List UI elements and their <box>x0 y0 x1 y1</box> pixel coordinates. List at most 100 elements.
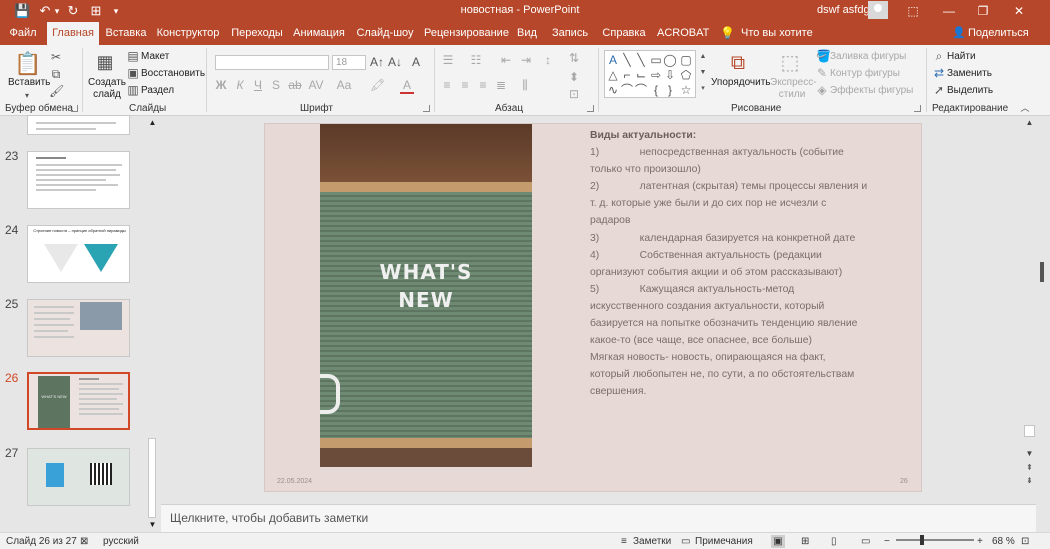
reset-icon[interactable]: ▣ <box>127 66 139 80</box>
scroll-up-icon[interactable]: ▲ <box>1024 118 1035 127</box>
tab-transitions[interactable]: Переходы <box>231 22 283 45</box>
brace-shape-icon[interactable]: } <box>663 83 677 97</box>
tab-insert[interactable]: Вставка <box>104 22 148 45</box>
undo-dropdown-icon[interactable]: ▾ <box>53 3 61 19</box>
slide-thumbnail-24[interactable]: Строение новости – принцип обратной пира… <box>27 225 130 283</box>
slide-thumbnail-25[interactable] <box>27 299 130 357</box>
save-icon[interactable]: 💾 <box>14 3 30 19</box>
tab-review[interactable]: Рецензирование <box>424 22 509 45</box>
highlight-icon[interactable]: 🖍 <box>370 78 385 92</box>
pencil-icon[interactable]: ✎ <box>816 66 828 80</box>
scrollbar-thumb[interactable] <box>1024 425 1035 437</box>
line-shape-icon[interactable]: ╲ <box>621 53 633 67</box>
tab-home[interactable]: Главная <box>47 22 99 47</box>
reading-view-icon[interactable]: ▯ <box>831 535 837 548</box>
increase-indent-icon[interactable]: ⇥ <box>518 53 534 67</box>
decrease-font-icon[interactable]: A↓ <box>388 55 402 69</box>
slide-scrollbar[interactable] <box>1023 116 1036 496</box>
clear-formatting-icon[interactable]: A <box>410 55 422 69</box>
shape-fill-button[interactable]: Заливка фигуры <box>830 51 906 63</box>
close-icon[interactable]: ✕ <box>1008 2 1030 20</box>
arc-shape-icon[interactable]: ⌒ <box>635 83 647 97</box>
layout-button[interactable]: Макет <box>141 51 169 63</box>
scroll-up-icon[interactable]: ▲ <box>147 118 158 127</box>
shape-effects-icon[interactable]: ◈ <box>816 83 828 97</box>
paste-dropdown-icon[interactable]: ▾ <box>23 89 31 103</box>
bold-icon[interactable]: Ж <box>215 78 227 92</box>
new-slide-button[interactable]: Создать слайд <box>88 77 126 101</box>
line-spacing-icon[interactable]: ↕ <box>540 53 556 67</box>
pentagon-shape-icon[interactable]: ⬠ <box>679 68 693 82</box>
tell-me-search[interactable]: Что вы хотите сделать? <box>741 22 841 62</box>
search-icon[interactable]: ⌕ <box>933 49 945 63</box>
arrow-shape-icon[interactable]: ⇨ <box>649 68 663 82</box>
zoom-slider-handle[interactable] <box>920 535 924 545</box>
shape-effects-button[interactable]: Эффекты фигуры <box>830 85 913 97</box>
star-shape-icon[interactable]: ☆ <box>679 83 693 97</box>
section-button[interactable]: Раздел <box>141 85 174 97</box>
tab-animations[interactable]: Анимация <box>293 22 345 45</box>
slide-thumbnail-27[interactable] <box>27 448 130 506</box>
align-right-icon[interactable]: ≡ <box>476 78 490 92</box>
zoom-out-icon[interactable]: − <box>884 535 890 548</box>
start-slideshow-icon[interactable]: ⊞ <box>88 3 104 19</box>
slide-sorter-icon[interactable]: ⊞ <box>801 535 809 548</box>
change-case-icon[interactable]: Aa <box>335 78 353 92</box>
connector-shape-icon[interactable]: ⌙ <box>635 68 647 82</box>
notes-pane[interactable]: Щелкните, чтобы добавить заметки <box>161 504 1036 532</box>
slide-thumbnail-22[interactable] <box>27 115 130 135</box>
oval-shape-icon[interactable]: ◯ <box>663 53 677 67</box>
tab-design[interactable]: Конструктор <box>156 22 220 45</box>
tab-acrobat[interactable]: ACROBAT <box>657 22 709 45</box>
zoom-level[interactable]: 68 % <box>992 535 1015 548</box>
notes-button[interactable]: Заметки <box>633 535 671 548</box>
arc-shape-icon[interactable]: ⌒ <box>621 83 633 97</box>
arrange-button[interactable]: Упорядочить <box>711 77 771 89</box>
ribbon-display-options-icon[interactable]: ⬚ <box>902 2 924 20</box>
paste-label[interactable]: Вставить <box>8 77 50 89</box>
restore-icon[interactable]: ❐ <box>972 2 994 20</box>
quick-styles-button[interactable]: Экспресс-стили <box>770 77 817 101</box>
user-name[interactable]: dswf asfdg <box>817 4 870 16</box>
zoom-in-icon[interactable]: + <box>977 535 983 548</box>
numbering-icon[interactable]: ☷ <box>468 53 484 67</box>
previous-slide-icon[interactable]: ⇞ <box>1024 463 1035 472</box>
whats-new-photo[interactable]: WHAT'S NEW <box>320 124 532 467</box>
strikethrough-icon[interactable]: ab <box>287 78 303 92</box>
paint-bucket-icon[interactable]: 🪣 <box>816 49 831 63</box>
copy-icon[interactable]: ⧉ <box>49 67 63 81</box>
spelling-check-icon[interactable]: ⊠ <box>80 535 88 548</box>
align-left-icon[interactable]: ≡ <box>440 78 454 92</box>
comments-icon[interactable]: ▭ <box>681 535 690 548</box>
scrollbar-thumb[interactable] <box>148 438 156 518</box>
redo-icon[interactable]: ↻ <box>66 3 80 19</box>
minimize-icon[interactable]: — <box>938 2 960 20</box>
brace-shape-icon[interactable]: { <box>649 83 663 97</box>
tab-view[interactable]: Вид <box>516 22 538 45</box>
connector-shape-icon[interactable]: ⌐ <box>621 68 633 82</box>
replace-button[interactable]: Заменить <box>947 68 992 80</box>
clipboard-launcher-icon[interactable] <box>71 105 78 112</box>
normal-view-icon[interactable]: ▣ <box>771 535 785 548</box>
justify-icon[interactable]: ≣ <box>494 78 508 92</box>
scroll-down-icon[interactable]: ▼ <box>147 520 158 529</box>
slide-text-box[interactable]: Виды актуальности: 1) непосредственная а… <box>590 127 880 401</box>
shadow-icon[interactable]: S <box>270 78 282 92</box>
underline-icon[interactable]: Ч <box>252 78 264 92</box>
section-icon[interactable]: ▥ <box>127 83 139 97</box>
customize-quick-access-icon[interactable]: ▾ <box>112 3 120 19</box>
char-spacing-icon[interactable]: AV <box>307 78 325 92</box>
new-slide-icon[interactable]: ▦ <box>94 51 116 73</box>
fit-to-window-icon[interactable]: ⊡ <box>1021 535 1029 548</box>
comments-button[interactable]: Примечания <box>695 535 753 548</box>
textbox-icon[interactable]: A <box>607 53 619 67</box>
font-name-field[interactable] <box>215 55 329 70</box>
columns-icon[interactable]: ⫼ <box>518 78 532 92</box>
line-shape-icon[interactable]: ╲ <box>635 53 647 67</box>
scroll-down-icon[interactable]: ▼ <box>1024 449 1035 458</box>
triangle-shape-icon[interactable]: △ <box>607 68 619 82</box>
zoom-slider[interactable] <box>896 539 974 541</box>
gallery-scroll-down-icon[interactable]: ▼ <box>698 66 708 80</box>
share-button[interactable]: Поделиться <box>968 22 1029 45</box>
shapes-gallery[interactable]: A ╲ ╲ ▭ ◯ ▢ △ ⌐ ⌙ ⇨ ⇩ ⬠ ∿ ⌒ ⌒ { } ☆ <box>604 50 696 98</box>
